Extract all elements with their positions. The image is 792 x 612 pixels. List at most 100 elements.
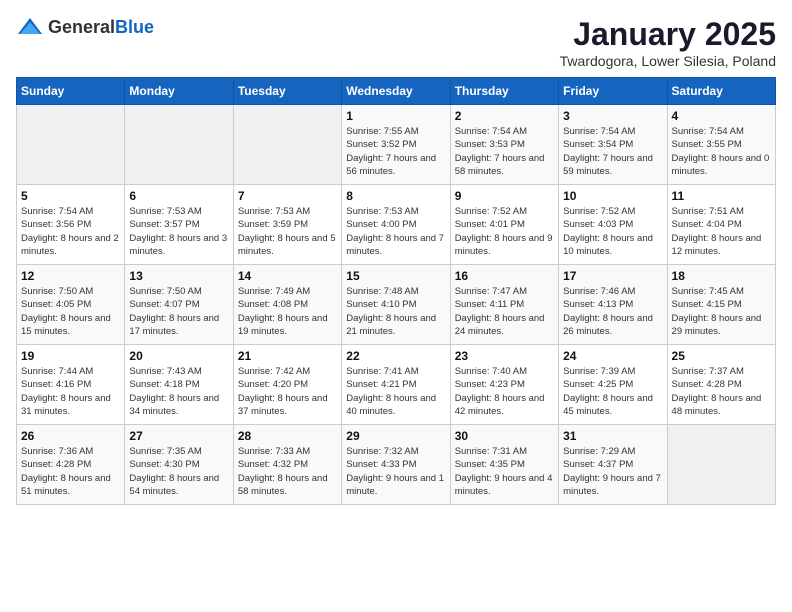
weekday-header-wednesday: Wednesday [342,78,450,105]
calendar-cell [667,425,775,505]
day-info: Sunrise: 7:49 AMSunset: 4:08 PMDaylight:… [238,285,337,338]
calendar-cell: 31 Sunrise: 7:29 AMSunset: 4:37 PMDayligh… [559,425,667,505]
day-number: 29 [346,429,445,443]
calendar-cell: 17 Sunrise: 7:46 AMSunset: 4:13 PMDayligh… [559,265,667,345]
day-number: 16 [455,269,554,283]
day-number: 30 [455,429,554,443]
day-number: 3 [563,109,662,123]
calendar-cell: 22Sunrise: 7:41 AMSunset: 4:21 PMDayligh… [342,345,450,425]
calendar-body: 1 Sunrise: 7:55 AMSunset: 3:52 PMDaylight… [17,105,776,505]
day-number: 25 [672,349,771,363]
calendar-cell: 14 Sunrise: 7:49 AMSunset: 4:08 PMDayligh… [233,265,341,345]
day-info: Sunrise: 7:53 AMSunset: 3:59 PMDaylight:… [238,205,337,258]
calendar-cell: 9 Sunrise: 7:52 AMSunset: 4:01 PMDaylight… [450,185,558,265]
day-number: 17 [563,269,662,283]
weekday-header-saturday: Saturday [667,78,775,105]
calendar-cell: 18 Sunrise: 7:45 AMSunset: 4:15 PMDayligh… [667,265,775,345]
day-info: Sunrise: 7:46 AMSunset: 4:13 PMDaylight:… [563,285,662,338]
day-number: 31 [563,429,662,443]
calendar-cell: 30 Sunrise: 7:31 AMSunset: 4:35 PMDayligh… [450,425,558,505]
page-header: GeneralBlue January 2025 Twardogora, Low… [16,16,776,69]
weekday-header-row: SundayMondayTuesdayWednesdayThursdayFrid… [17,78,776,105]
calendar-cell: 8Sunrise: 7:53 AMSunset: 4:00 PMDaylight… [342,185,450,265]
day-info: Sunrise: 7:36 AMSunset: 4:28 PMDaylight:… [21,445,120,498]
day-info: Sunrise: 7:32 AMSunset: 4:33 PMDaylight:… [346,445,445,498]
weekday-header-tuesday: Tuesday [233,78,341,105]
day-number: 11 [672,189,771,203]
calendar-cell: 2 Sunrise: 7:54 AMSunset: 3:53 PMDaylight… [450,105,558,185]
calendar-week-row: 12Sunrise: 7:50 AMSunset: 4:05 PMDayligh… [17,265,776,345]
day-info: Sunrise: 7:54 AMSunset: 3:54 PMDaylight:… [563,125,662,178]
day-info: Sunrise: 7:37 AMSunset: 4:28 PMDaylight:… [672,365,771,418]
day-number: 14 [238,269,337,283]
calendar-title: January 2025 [560,16,776,53]
calendar-cell [125,105,233,185]
day-info: Sunrise: 7:55 AMSunset: 3:52 PMDaylight:… [346,125,445,178]
weekday-header-thursday: Thursday [450,78,558,105]
day-number: 22 [346,349,445,363]
logo-general: General [48,17,115,37]
day-number: 26 [21,429,120,443]
calendar-cell: 7 Sunrise: 7:53 AMSunset: 3:59 PMDaylight… [233,185,341,265]
day-info: Sunrise: 7:31 AMSunset: 4:35 PMDaylight:… [455,445,554,498]
day-number: 18 [672,269,771,283]
day-info: Sunrise: 7:54 AMSunset: 3:53 PMDaylight:… [455,125,554,178]
day-number: 2 [455,109,554,123]
day-number: 1 [346,109,445,123]
day-number: 4 [672,109,771,123]
calendar-cell: 16Sunrise: 7:47 AMSunset: 4:11 PMDayligh… [450,265,558,345]
weekday-header-monday: Monday [125,78,233,105]
day-number: 9 [455,189,554,203]
logo-blue: Blue [115,17,154,37]
calendar-cell [233,105,341,185]
calendar-cell: 20Sunrise: 7:43 AMSunset: 4:18 PMDayligh… [125,345,233,425]
day-number: 6 [129,189,228,203]
day-info: Sunrise: 7:53 AMSunset: 3:57 PMDaylight:… [129,205,228,258]
logo: GeneralBlue [16,16,154,38]
day-info: Sunrise: 7:29 AMSunset: 4:37 PMDaylight:… [563,445,662,498]
day-number: 19 [21,349,120,363]
calendar-week-row: 5 Sunrise: 7:54 AMSunset: 3:56 PMDaylight… [17,185,776,265]
day-info: Sunrise: 7:52 AMSunset: 4:01 PMDaylight:… [455,205,554,258]
day-number: 28 [238,429,337,443]
calendar-cell: 4 Sunrise: 7:54 AMSunset: 3:55 PMDaylight… [667,105,775,185]
calendar-cell: 19 Sunrise: 7:44 AMSunset: 4:16 PMDayligh… [17,345,125,425]
day-number: 15 [346,269,445,283]
day-info: Sunrise: 7:35 AMSunset: 4:30 PMDaylight:… [129,445,228,498]
day-info: Sunrise: 7:52 AMSunset: 4:03 PMDaylight:… [563,205,662,258]
day-info: Sunrise: 7:33 AMSunset: 4:32 PMDaylight:… [238,445,337,498]
day-info: Sunrise: 7:50 AMSunset: 4:07 PMDaylight:… [129,285,228,338]
day-info: Sunrise: 7:51 AMSunset: 4:04 PMDaylight:… [672,205,771,258]
weekday-header-sunday: Sunday [17,78,125,105]
calendar-cell: 23 Sunrise: 7:40 AMSunset: 4:23 PMDayligh… [450,345,558,425]
day-info: Sunrise: 7:44 AMSunset: 4:16 PMDaylight:… [21,365,120,418]
day-info: Sunrise: 7:54 AMSunset: 3:56 PMDaylight:… [21,205,120,258]
calendar-cell: 10 Sunrise: 7:52 AMSunset: 4:03 PMDayligh… [559,185,667,265]
calendar-cell: 24Sunrise: 7:39 AMSunset: 4:25 PMDayligh… [559,345,667,425]
calendar-cell: 11 Sunrise: 7:51 AMSunset: 4:04 PMDayligh… [667,185,775,265]
calendar-week-row: 26 Sunrise: 7:36 AMSunset: 4:28 PMDayligh… [17,425,776,505]
day-number: 10 [563,189,662,203]
day-number: 27 [129,429,228,443]
day-info: Sunrise: 7:43 AMSunset: 4:18 PMDaylight:… [129,365,228,418]
day-number: 12 [21,269,120,283]
calendar-week-row: 19 Sunrise: 7:44 AMSunset: 4:16 PMDayligh… [17,345,776,425]
day-info: Sunrise: 7:40 AMSunset: 4:23 PMDaylight:… [455,365,554,418]
calendar-cell: 3 Sunrise: 7:54 AMSunset: 3:54 PMDaylight… [559,105,667,185]
calendar-cell: 26 Sunrise: 7:36 AMSunset: 4:28 PMDayligh… [17,425,125,505]
day-number: 7 [238,189,337,203]
day-number: 5 [21,189,120,203]
calendar-week-row: 1 Sunrise: 7:55 AMSunset: 3:52 PMDaylight… [17,105,776,185]
day-info: Sunrise: 7:45 AMSunset: 4:15 PMDaylight:… [672,285,771,338]
day-info: Sunrise: 7:54 AMSunset: 3:55 PMDaylight:… [672,125,771,178]
calendar-cell: 12Sunrise: 7:50 AMSunset: 4:05 PMDayligh… [17,265,125,345]
calendar-cell: 25 Sunrise: 7:37 AMSunset: 4:28 PMDayligh… [667,345,775,425]
calendar-cell: 15Sunrise: 7:48 AMSunset: 4:10 PMDayligh… [342,265,450,345]
calendar-cell [17,105,125,185]
day-number: 24 [563,349,662,363]
calendar-cell: 6 Sunrise: 7:53 AMSunset: 3:57 PMDaylight… [125,185,233,265]
day-number: 23 [455,349,554,363]
day-info: Sunrise: 7:42 AMSunset: 4:20 PMDaylight:… [238,365,337,418]
calendar-cell: 21Sunrise: 7:42 AMSunset: 4:20 PMDayligh… [233,345,341,425]
day-info: Sunrise: 7:53 AMSunset: 4:00 PMDaylight:… [346,205,445,258]
